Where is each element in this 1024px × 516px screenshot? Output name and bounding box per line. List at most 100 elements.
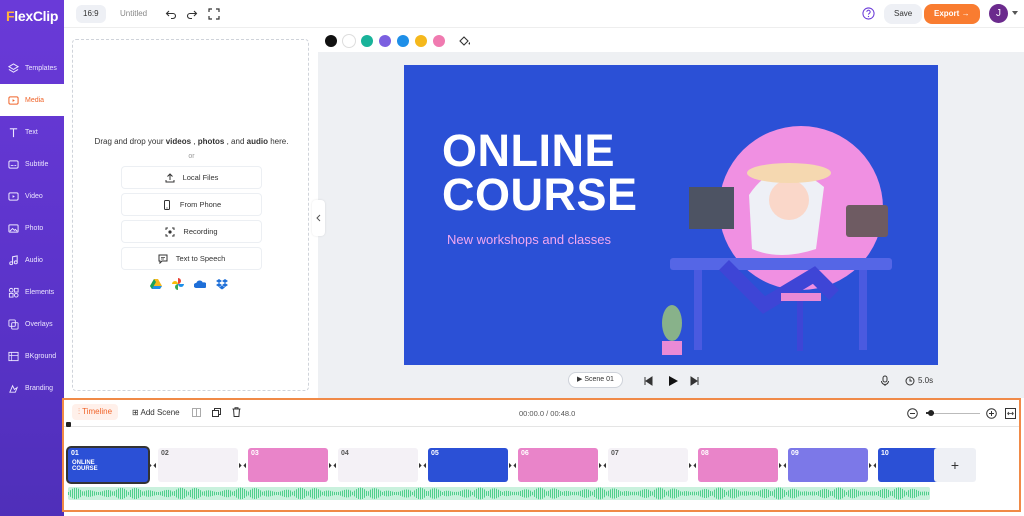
timeline-clip[interactable]: 04: [338, 448, 418, 482]
help-icon[interactable]: [862, 7, 875, 20]
onedrive-icon[interactable]: [194, 278, 206, 290]
color-swatch-black[interactable]: [325, 35, 337, 47]
microphone-icon[interactable]: [880, 375, 890, 387]
play-small-icon: ▶: [577, 376, 583, 383]
skip-forward-icon[interactable]: [690, 376, 700, 386]
sidebar-item-video[interactable]: Video: [0, 180, 64, 212]
chevron-left-icon: [316, 214, 321, 222]
color-swatch-purple[interactable]: [379, 35, 391, 47]
sidebar-item-photo[interactable]: Photo: [0, 212, 64, 244]
media-upload-panel: Drag and drop your videos , photos , and…: [72, 39, 309, 391]
fit-timeline-icon[interactable]: [1005, 408, 1016, 419]
clip-number: 10: [881, 450, 889, 457]
timeline-clip[interactable]: 03: [248, 448, 328, 482]
drop-zone-text: Drag and drop your videos , photos , and…: [94, 137, 289, 146]
zoom-slider-track[interactable]: [926, 413, 980, 414]
google-photos-icon[interactable]: [172, 278, 184, 290]
color-swatch-pink[interactable]: [433, 35, 445, 47]
text-icon: [8, 127, 19, 138]
play-icon[interactable]: [667, 375, 679, 387]
sidebar-item-bkground[interactable]: BKground: [0, 340, 64, 372]
split-icon[interactable]: [192, 408, 201, 417]
zoom-in-icon[interactable]: [986, 408, 997, 419]
elements-icon: [8, 287, 19, 298]
templates-icon: [8, 62, 19, 74]
sidebar-item-templates[interactable]: Templates: [0, 52, 64, 84]
phone-icon: [162, 199, 172, 210]
sidebar-item-subtitle[interactable]: Subtitle: [0, 148, 64, 180]
sidebar-item-branding[interactable]: Branding: [0, 372, 64, 404]
timeline-clip[interactable]: 09: [788, 448, 868, 482]
project-title[interactable]: Untitled: [120, 9, 147, 18]
zoom-out-icon[interactable]: [907, 408, 918, 419]
timeline-time: 00:00.0 / 00:48.0: [519, 409, 576, 418]
color-swatch-white[interactable]: [343, 35, 355, 47]
add-scene-icon: ⊞: [132, 408, 139, 417]
add-scene-button[interactable]: ⊞ Add Scene: [132, 408, 180, 417]
from-phone-button[interactable]: From Phone: [122, 194, 261, 215]
export-button[interactable]: Export →: [924, 4, 980, 24]
aspect-ratio-button[interactable]: 16:9: [76, 5, 106, 23]
transition-icon[interactable]: [869, 462, 876, 469]
scene-duration[interactable]: 5.0s: [918, 376, 933, 385]
color-swatch-yellow[interactable]: [415, 35, 427, 47]
timeline-clip[interactable]: 06: [518, 448, 598, 482]
skip-back-icon[interactable]: [643, 376, 653, 386]
add-clip-button[interactable]: +: [934, 448, 976, 482]
transition-icon[interactable]: [509, 462, 516, 469]
transition-icon[interactable]: [689, 462, 696, 469]
upload-icon: [165, 172, 175, 183]
playhead[interactable]: [66, 422, 71, 427]
scene-selector-button[interactable]: ▶ Scene 01: [568, 372, 623, 388]
sidebar-item-audio[interactable]: Audio: [0, 244, 64, 276]
timeline-tab[interactable]: ⫶ Timeline: [72, 404, 119, 420]
sidebar-item-overlays[interactable]: Overlays: [0, 308, 64, 340]
undo-icon[interactable]: [165, 8, 177, 20]
panel-collapse-button[interactable]: [312, 200, 325, 236]
google-drive-icon[interactable]: [150, 278, 162, 290]
sidebar-item-elements[interactable]: Elements: [0, 276, 64, 308]
or-divider: or: [188, 153, 195, 160]
redo-icon[interactable]: [186, 8, 198, 20]
timeline-clip[interactable]: 08: [698, 448, 778, 482]
scene-headline[interactable]: ONLINE COURSE: [442, 128, 638, 217]
scene-subtitle[interactable]: New workshops and classes: [447, 232, 611, 247]
fullscreen-icon[interactable]: [208, 8, 220, 20]
recording-button[interactable]: Recording: [122, 221, 261, 242]
audio-track[interactable]: [68, 487, 930, 500]
text-to-speech-button[interactable]: Text to Speech: [122, 248, 261, 269]
save-button[interactable]: Save: [884, 4, 923, 24]
sidebar-item-text[interactable]: Text: [0, 116, 64, 148]
paint-bucket-icon[interactable]: [458, 35, 470, 47]
color-swatch-teal[interactable]: [361, 35, 373, 47]
user-avatar[interactable]: J: [989, 4, 1008, 23]
trash-icon[interactable]: [232, 407, 241, 417]
clip-number: 02: [161, 450, 169, 457]
background-icon: [8, 351, 19, 362]
duplicate-icon[interactable]: [212, 408, 221, 417]
timeline-ruler: [64, 426, 1019, 427]
timeline-icon: ⫶: [78, 407, 80, 416]
transition-icon[interactable]: [599, 462, 606, 469]
app-logo[interactable]: FlexClip: [6, 8, 58, 24]
chevron-down-icon[interactable]: [1012, 11, 1018, 15]
transition-icon[interactable]: [419, 462, 426, 469]
local-files-button[interactable]: Local Files: [122, 167, 261, 188]
timeline-clip[interactable]: 05: [428, 448, 508, 482]
transition-icon[interactable]: [149, 462, 156, 469]
dropbox-icon[interactable]: [216, 278, 228, 290]
clip-number: 05: [431, 450, 439, 457]
transition-icon[interactable]: [329, 462, 336, 469]
scene-preview[interactable]: ONLINE COURSE New workshops and classes: [404, 65, 938, 365]
sidebar-item-media[interactable]: Media: [0, 84, 64, 116]
clip-number: 03: [251, 450, 259, 457]
transition-icon[interactable]: [239, 462, 246, 469]
timeline-clip[interactable]: 02: [158, 448, 238, 482]
overlays-icon: [8, 318, 19, 330]
clock-icon: [905, 376, 915, 386]
timeline-clip[interactable]: 01 ONLINE COURSE: [68, 448, 148, 482]
zoom-slider-handle[interactable]: [928, 410, 935, 416]
color-swatch-blue[interactable]: [397, 35, 409, 47]
timeline-clip[interactable]: 07: [608, 448, 688, 482]
transition-icon[interactable]: [779, 462, 786, 469]
